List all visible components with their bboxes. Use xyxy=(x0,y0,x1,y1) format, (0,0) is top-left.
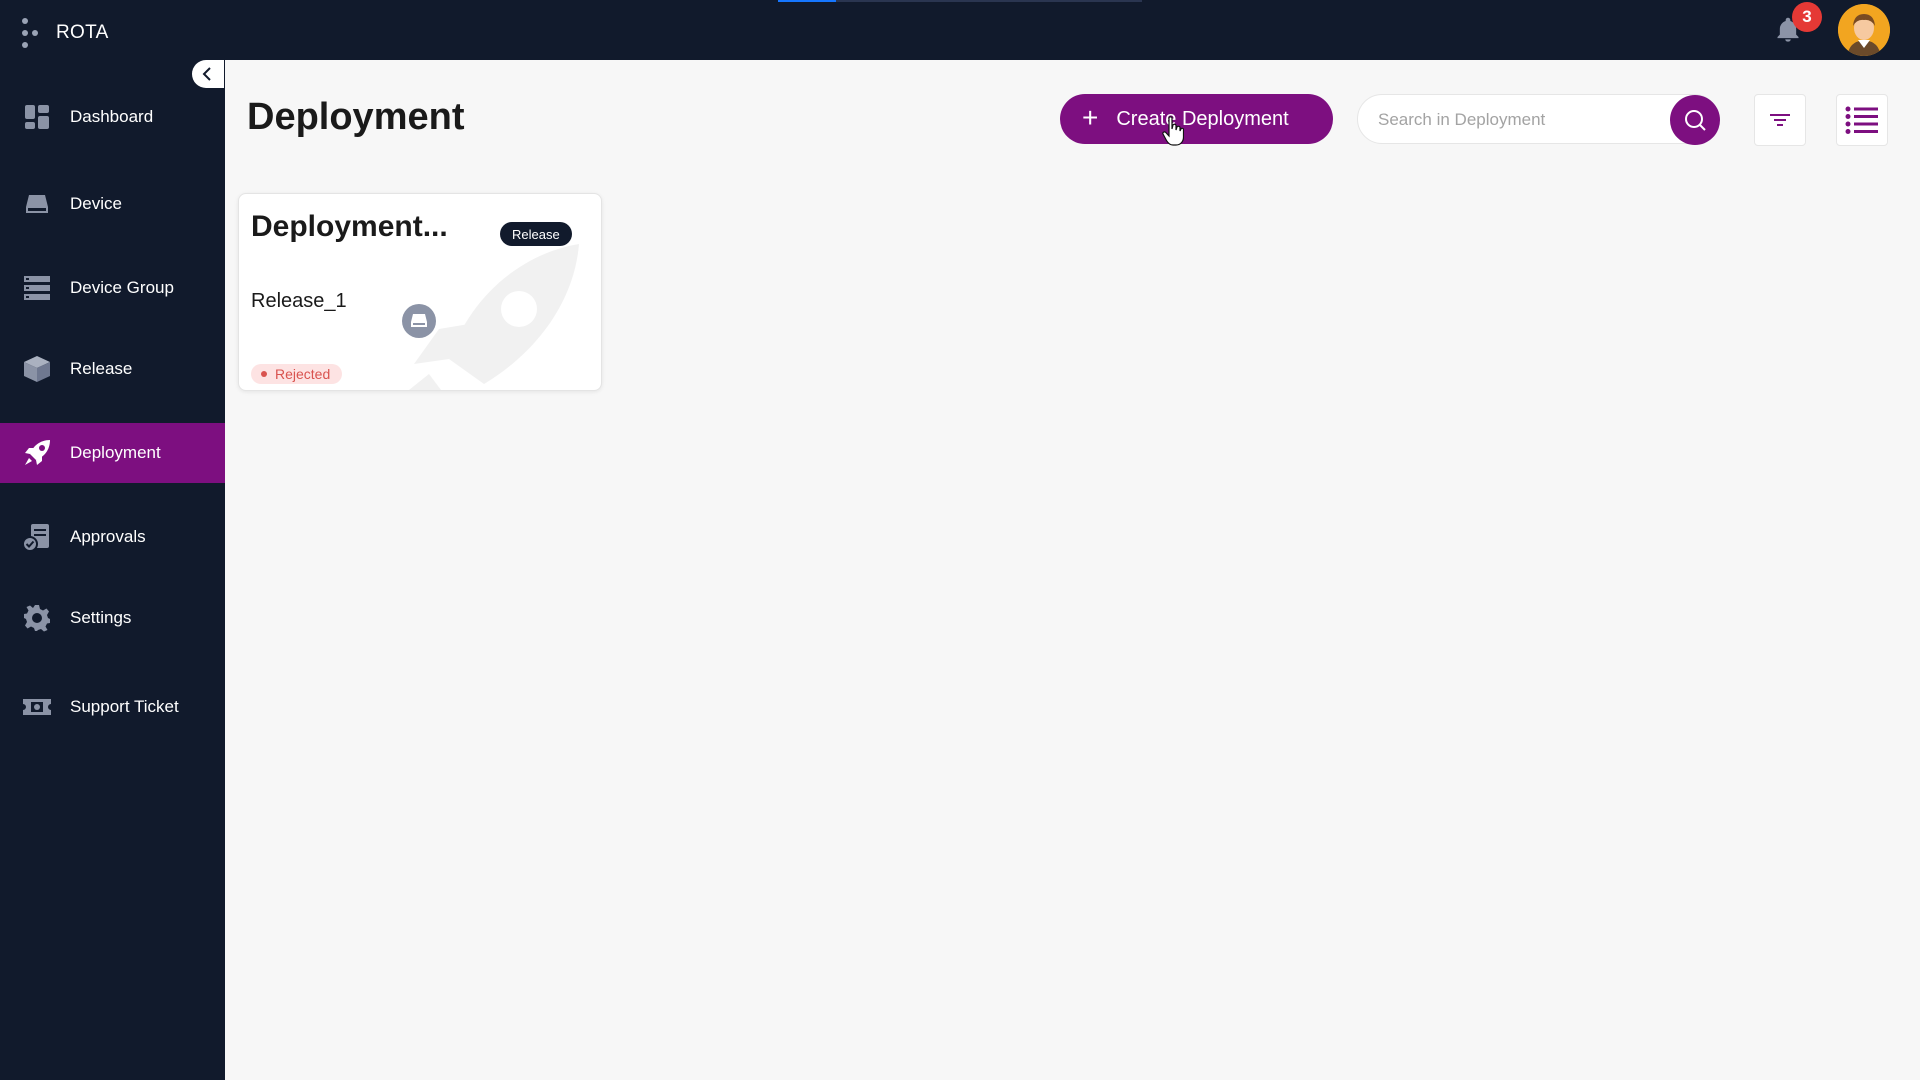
sidebar-item-approvals[interactable]: Approvals xyxy=(0,507,225,567)
approvals-icon xyxy=(22,522,52,552)
sidebar-item-dashboard[interactable]: Dashboard xyxy=(0,87,225,147)
filter-icon xyxy=(1770,114,1790,126)
list-view-button[interactable] xyxy=(1836,94,1888,146)
sidebar-item-device[interactable]: Device xyxy=(0,174,225,234)
status-dot xyxy=(261,371,267,377)
sidebar-item-release[interactable]: Release xyxy=(0,339,225,399)
sidebar-item-deployment[interactable]: Deployment xyxy=(0,423,225,483)
gear-icon xyxy=(22,603,52,633)
sidebar-item-label: Support Ticket xyxy=(70,697,179,716)
device-icon xyxy=(22,189,52,219)
loading-progress-bar xyxy=(778,0,1142,2)
brand[interactable]: ROTA xyxy=(22,18,109,48)
sidebar-item-label: Settings xyxy=(70,608,132,627)
notification-badge[interactable]: 3 xyxy=(1792,2,1822,32)
search-icon xyxy=(1685,110,1706,131)
deployment-card[interactable]: Deployment... Release Release_1 Rejected xyxy=(238,193,602,391)
sidebar-item-label: Approvals xyxy=(70,527,146,546)
app-name: ROTA xyxy=(56,22,109,43)
hand-cursor-icon xyxy=(1162,116,1184,146)
search-input[interactable] xyxy=(1378,107,1648,133)
release-box-icon xyxy=(22,354,52,384)
sidebar-item-support-ticket[interactable]: Support Ticket xyxy=(0,677,225,737)
status-label: Rejected xyxy=(275,366,331,382)
search-box xyxy=(1357,94,1720,145)
avatar[interactable] xyxy=(1838,4,1890,56)
loading-progress-fill xyxy=(778,0,837,2)
top-bar: ROTA 3 xyxy=(0,0,1920,60)
device-icon xyxy=(402,304,436,338)
search-button[interactable] xyxy=(1670,95,1720,145)
create-deployment-label: Create Deployment xyxy=(1116,107,1289,130)
dashboard-icon xyxy=(22,102,52,132)
sidebar-item-label: Device Group xyxy=(70,278,174,297)
card-release-name: Release_1 xyxy=(251,290,347,312)
card-title: Deployment... xyxy=(251,210,448,243)
create-deployment-button[interactable]: + Create Deployment xyxy=(1060,94,1333,144)
filter-button[interactable] xyxy=(1754,94,1806,146)
status-badge: Rejected xyxy=(251,364,343,384)
rocket-icon xyxy=(22,438,52,468)
card-type-tag: Release xyxy=(500,222,572,246)
sidebar-item-settings[interactable]: Settings xyxy=(0,588,225,648)
sidebar-item-label: Deployment xyxy=(70,443,161,462)
sidebar-item-label: Dashboard xyxy=(70,107,154,126)
sidebar-item-label: Device xyxy=(70,194,122,213)
app-grid-icon xyxy=(22,18,38,48)
list-view-icon xyxy=(1845,106,1878,134)
chevron-left-icon xyxy=(202,67,211,81)
sidebar-item-device-group[interactable]: Device Group xyxy=(0,258,225,318)
sidebar-collapse-button[interactable] xyxy=(192,60,224,88)
sidebar-item-label: Release xyxy=(70,359,133,378)
device-group-icon xyxy=(22,273,52,303)
ticket-icon xyxy=(22,692,52,722)
page-title: Deployment xyxy=(247,96,465,138)
plus-icon: + xyxy=(1082,102,1099,133)
